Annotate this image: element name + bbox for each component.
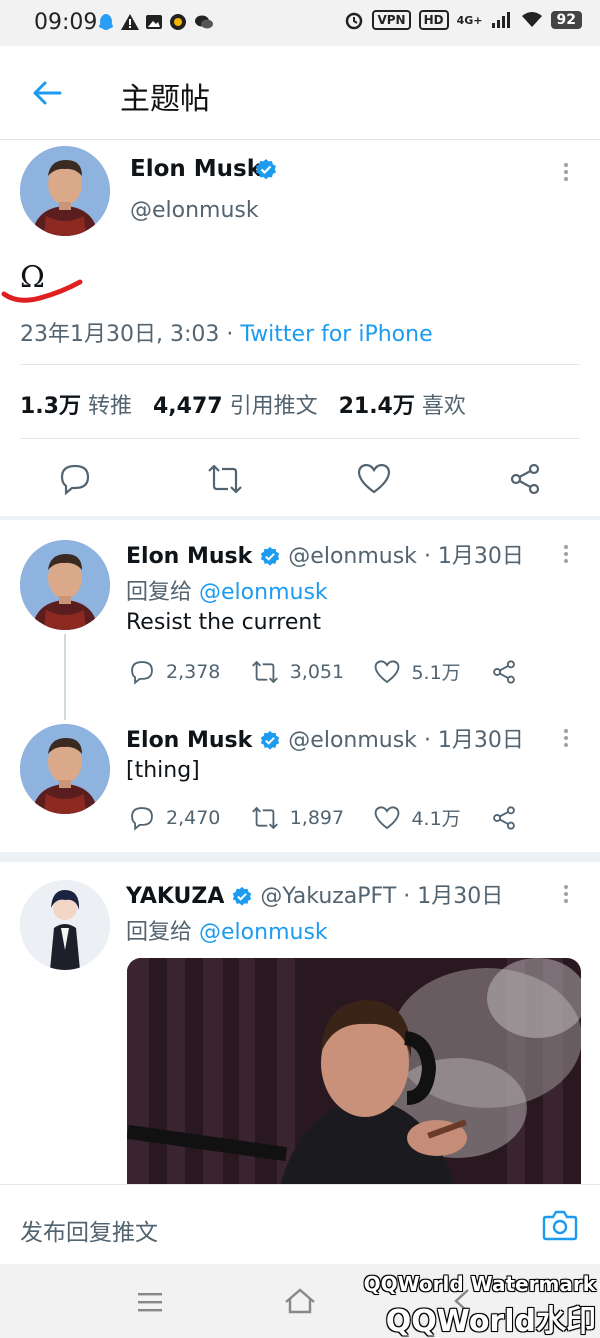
warning-icon xyxy=(121,14,139,30)
reply-action[interactable]: 2,378 xyxy=(128,659,220,685)
wechat-icon xyxy=(195,15,213,29)
reply-tweet[interactable]: YAKUZA @YakuzaPFT · 1月30日 回复给 @elonmusk xyxy=(0,862,600,1184)
photo-image xyxy=(127,958,581,1184)
like-heart-icon xyxy=(375,805,400,829)
reply-header: YAKUZA @YakuzaPFT · 1月30日 xyxy=(126,878,503,910)
retweet-action[interactable]: 3,051 xyxy=(250,659,344,685)
verified-badge-icon xyxy=(261,546,280,566)
author-handle[interactable]: @elonmusk xyxy=(288,544,417,569)
tweet-actions: 2,378 3,051 5.1万 xyxy=(128,658,518,685)
meta-separator: · xyxy=(219,322,241,347)
author-name[interactable]: Elon Musk xyxy=(126,728,252,753)
tweet-source-link[interactable]: Twitter for iPhone xyxy=(240,322,432,347)
share-icon[interactable] xyxy=(490,805,518,831)
reply-action[interactable]: 2,470 xyxy=(128,805,220,831)
avatar[interactable] xyxy=(20,146,110,236)
like-heart-icon xyxy=(375,659,400,683)
verified-badge-icon xyxy=(261,730,280,750)
tweet-timestamp: 23年1月30日, 3:03 xyxy=(20,322,220,347)
home-icon[interactable] xyxy=(282,1286,318,1316)
author-name[interactable]: Elon Musk xyxy=(130,156,262,182)
tweet-text: [thing] xyxy=(126,758,200,783)
engagement-stats: 1.3万 转推 4,477 引用推文 21.4万 喜欢 xyxy=(20,388,466,420)
author-handle[interactable]: @elonmusk xyxy=(288,728,417,753)
reply-input[interactable]: 发布回复推文 xyxy=(20,1213,158,1247)
reply-tweet[interactable]: Elon Musk @elonmusk · 1月30日 回复给 @elonmus… xyxy=(0,520,600,720)
reply-to-link[interactable]: @elonmusk xyxy=(199,920,328,945)
status-right-cluster: VPN HD 4G+ 92 xyxy=(344,10,582,30)
more-options-icon[interactable] xyxy=(564,882,570,906)
reply-header: Elon Musk @elonmusk · 1月30日 xyxy=(126,538,524,570)
verified-badge-icon xyxy=(233,886,252,906)
reply-icon xyxy=(131,806,153,831)
more-options-icon[interactable] xyxy=(564,542,570,566)
avatar[interactable] xyxy=(20,540,110,630)
verified-badge-icon xyxy=(256,159,276,180)
hd-badge: HD xyxy=(418,10,449,30)
reply-context: 回复给 @elonmusk xyxy=(126,920,328,945)
wifi-icon xyxy=(521,12,542,27)
tweet-date: · 1月30日 xyxy=(423,544,524,569)
tweet-actions: 2,470 1,897 4.1万 xyxy=(128,804,518,831)
reply-context: 回复给 @elonmusk xyxy=(126,580,328,605)
retweet-action[interactable]: 1,897 xyxy=(250,805,344,831)
like-action[interactable]: 5.1万 xyxy=(373,658,461,685)
author-name[interactable]: YAKUZA xyxy=(126,884,224,909)
camera-icon[interactable] xyxy=(542,1209,578,1241)
reply-composer: 发布回复推文 xyxy=(0,1184,600,1264)
more-options-icon[interactable] xyxy=(564,160,570,184)
reply-icon xyxy=(131,660,153,685)
alarm-icon xyxy=(346,12,363,30)
like-action[interactable]: 4.1万 xyxy=(373,804,461,831)
battery-level: 92 xyxy=(550,11,582,29)
avatar-image xyxy=(20,540,110,630)
vpn-badge: VPN xyxy=(372,10,411,30)
avatar-image xyxy=(20,146,110,236)
share-icon[interactable] xyxy=(508,462,542,496)
watermark-line1: QQWorld Watermark xyxy=(363,1272,596,1296)
quote-stat[interactable]: 4,477 引用推文 xyxy=(153,394,318,419)
attached-photo[interactable] xyxy=(127,958,581,1184)
avatar[interactable] xyxy=(20,724,110,814)
avatar-image xyxy=(20,880,110,970)
author-name[interactable]: Elon Musk xyxy=(126,544,252,569)
reply-to-link[interactable]: @elonmusk xyxy=(199,580,328,605)
share-icon[interactable] xyxy=(490,659,518,685)
tweet-date: · 1月30日 xyxy=(403,884,504,909)
status-time: 09:09 xyxy=(34,10,98,35)
red-annotation-stroke xyxy=(1,279,83,303)
menu-icon[interactable] xyxy=(136,1290,164,1314)
tweet-date: · 1月30日 xyxy=(423,728,524,753)
back-arrow-icon[interactable] xyxy=(30,76,64,110)
app-circle-icon xyxy=(170,14,186,30)
tweet-text: Resist the current xyxy=(126,610,321,635)
main-tweet: Elon Musk @elonmusk Ω 23年1月30日, 3:03 · T… xyxy=(0,140,600,518)
page-title: 主题帖 xyxy=(120,82,210,117)
retweet-icon xyxy=(251,660,278,683)
image-icon xyxy=(146,15,162,29)
author-handle[interactable]: @YakuzaPFT xyxy=(260,884,396,909)
watermark-line2: QQWorld水印 xyxy=(385,1304,596,1338)
status-bar: 09:09 VPN HD 4G+ 92 xyxy=(0,0,600,46)
qq-penguin-icon xyxy=(99,14,113,30)
reply-tweet[interactable]: Elon Musk @elonmusk · 1月30日 [thing] 2,47… xyxy=(0,704,600,852)
reply-icon[interactable] xyxy=(58,462,92,496)
avatar-image xyxy=(20,724,110,814)
tweet-meta: 23年1月30日, 3:03 · Twitter for iPhone xyxy=(20,316,433,348)
retweet-icon xyxy=(251,806,278,829)
network-type: 4G+ xyxy=(456,13,483,27)
more-options-icon[interactable] xyxy=(564,726,570,750)
signal-icon xyxy=(491,12,510,28)
retweet-stat[interactable]: 1.3万 转推 xyxy=(20,394,132,419)
reply-header: Elon Musk @elonmusk · 1月30日 xyxy=(126,722,524,754)
app-header: 主题帖 xyxy=(0,46,600,140)
like-stat[interactable]: 21.4万 喜欢 xyxy=(339,394,466,419)
like-heart-icon[interactable] xyxy=(356,462,392,496)
divider xyxy=(20,364,580,365)
retweet-icon[interactable] xyxy=(206,462,244,496)
divider xyxy=(20,438,580,439)
section-divider xyxy=(0,852,600,862)
avatar[interactable] xyxy=(20,880,110,970)
author-handle[interactable]: @elonmusk xyxy=(130,198,259,223)
